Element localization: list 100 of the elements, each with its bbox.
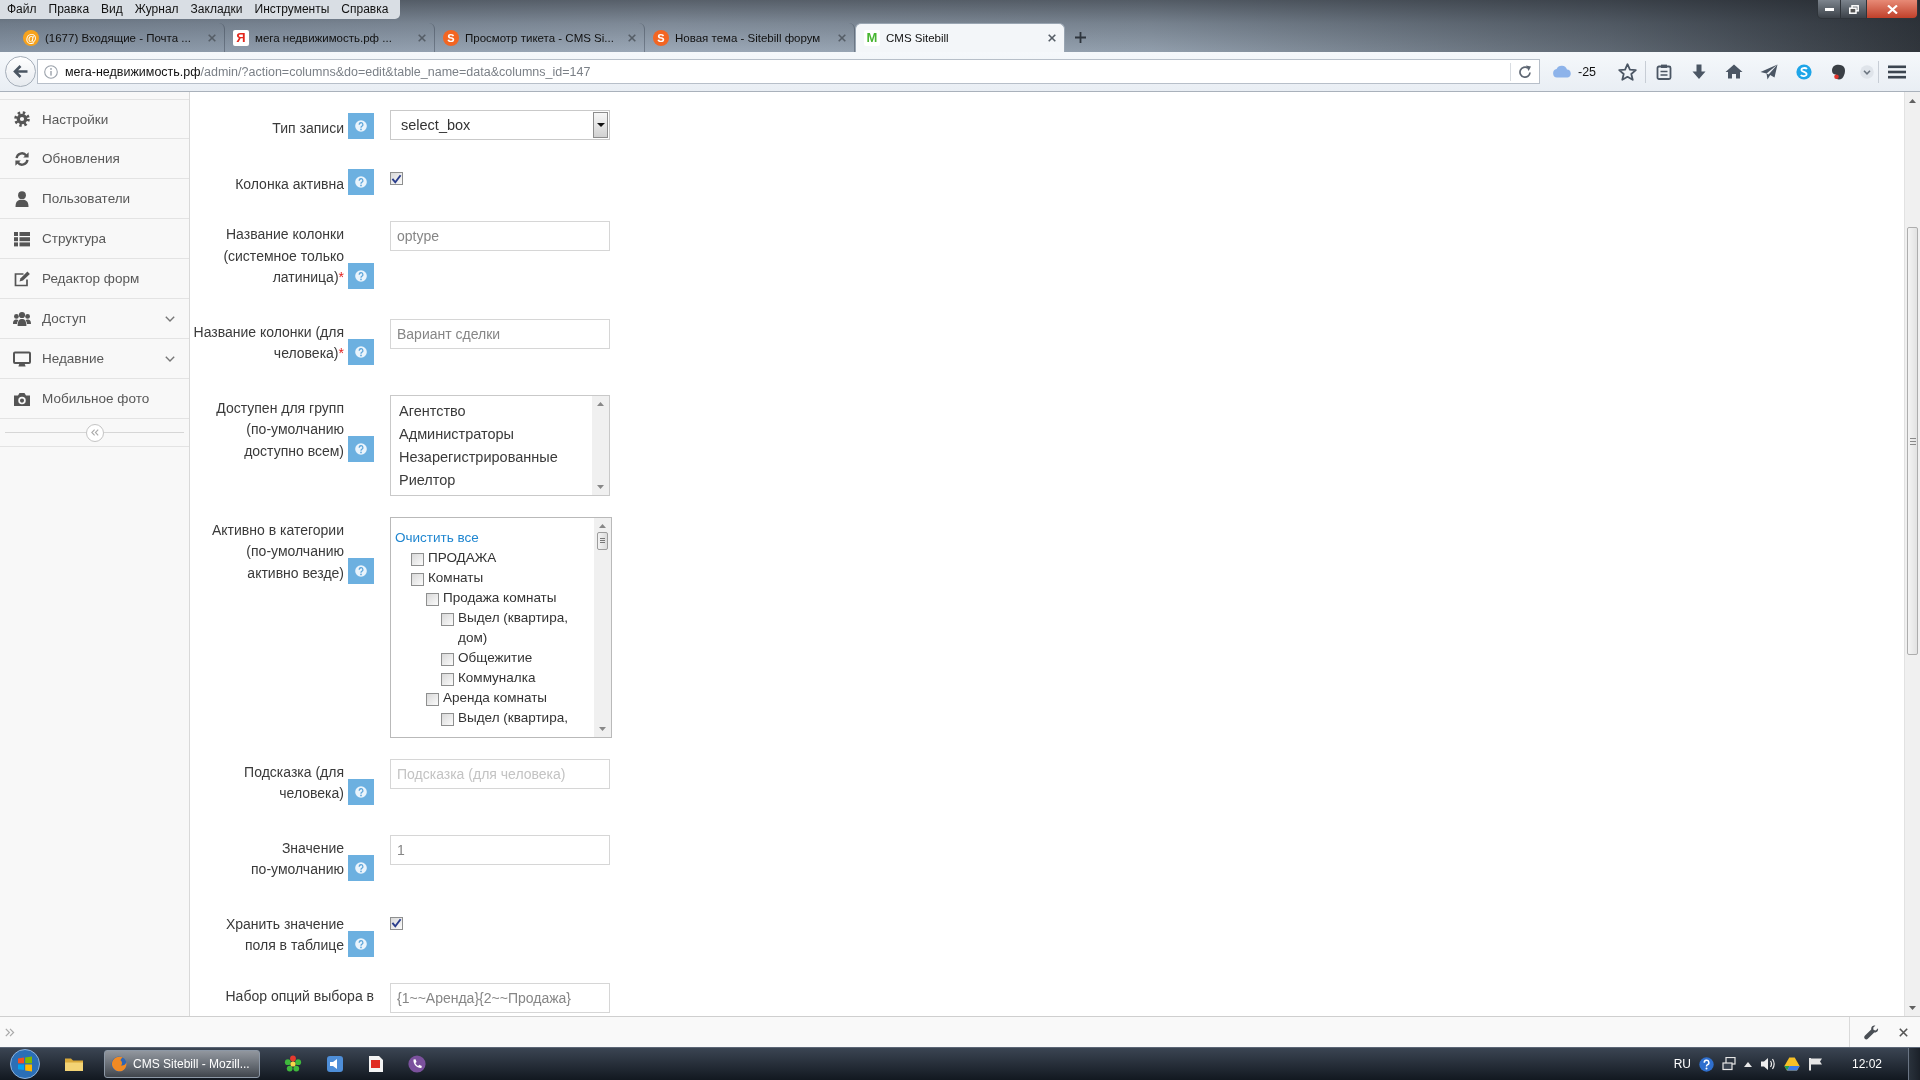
document-icon[interactable] bbox=[368, 1055, 384, 1073]
close-icon[interactable] bbox=[1899, 1027, 1908, 1037]
minimize-button[interactable] bbox=[1817, 0, 1841, 19]
dropdown-button[interactable] bbox=[593, 112, 608, 138]
show-desktop-button[interactable] bbox=[1908, 1047, 1920, 1080]
list-option[interactable]: Риелтор bbox=[399, 468, 592, 492]
address-field[interactable]: мега-недвижимость.рф/admin/?action=columns&do=edit&table_name=data&columns_id=147 bbox=[37, 59, 1540, 84]
input-field[interactable]: 1 bbox=[390, 834, 610, 865]
speaker-icon[interactable] bbox=[326, 1055, 344, 1073]
help-button[interactable] bbox=[348, 778, 374, 805]
chevron-down-icon[interactable] bbox=[1860, 64, 1874, 79]
back-button[interactable] bbox=[5, 56, 36, 87]
restore-button[interactable] bbox=[1841, 0, 1867, 19]
plus-icon[interactable] bbox=[1075, 32, 1086, 43]
sidebar-item[interactable]: Мобильное фото bbox=[0, 379, 189, 419]
help-button[interactable] bbox=[348, 854, 374, 881]
sidebar-item[interactable]: Доступ bbox=[0, 299, 189, 339]
site-icon: @ bbox=[23, 29, 39, 46]
flower-icon[interactable] bbox=[284, 1055, 302, 1073]
speaker-icon[interactable] bbox=[1759, 1057, 1776, 1071]
menu-item[interactable]: Журнал bbox=[128, 0, 185, 19]
close-icon[interactable] bbox=[1048, 34, 1056, 42]
scrollbar[interactable] bbox=[594, 517, 611, 737]
sidebar-item[interactable]: Обновления bbox=[0, 139, 189, 179]
checkbox[interactable] bbox=[441, 672, 454, 686]
select-field[interactable]: select_box bbox=[390, 110, 610, 140]
caret-down-icon bbox=[596, 123, 605, 127]
list-option[interactable]: Незарегистрированные bbox=[399, 445, 592, 469]
question-circle-icon bbox=[355, 785, 367, 798]
site-icon: S bbox=[443, 29, 459, 46]
field-label: Набор опций выбора в bbox=[225, 986, 374, 1006]
category-label: Аренда комнаты bbox=[443, 688, 547, 707]
menu-item[interactable]: Справка bbox=[335, 0, 395, 19]
menu-icon[interactable] bbox=[1887, 64, 1906, 79]
input-field[interactable]: Подсказка (для человека) bbox=[390, 758, 610, 789]
menu-item[interactable]: Закладки bbox=[184, 0, 249, 19]
sidebar-item[interactable]: Пользователи bbox=[0, 179, 189, 219]
scroll-thumb[interactable] bbox=[1907, 227, 1918, 655]
checkbox[interactable] bbox=[390, 172, 403, 185]
scroll-thumb[interactable] bbox=[597, 531, 608, 550]
scroll-down-icon bbox=[1909, 1006, 1916, 1010]
field-label: Хранить значение поля в таблице bbox=[225, 914, 344, 955]
list-option[interactable]: Агентство bbox=[399, 399, 592, 423]
reload-icon[interactable] bbox=[1518, 64, 1532, 79]
double-chevron-right-icon[interactable] bbox=[5, 1027, 15, 1037]
sidebar-item[interactable]: Недавние bbox=[0, 339, 189, 379]
help-button[interactable] bbox=[348, 930, 374, 957]
sidebar-item[interactable]: Настройки bbox=[0, 99, 189, 139]
input-field[interactable]: {1~~Аренда}{2~~Продажа} bbox=[390, 982, 610, 1013]
question-circle-icon bbox=[355, 269, 367, 282]
start-button[interactable] bbox=[10, 1049, 40, 1079]
phone-icon[interactable] bbox=[408, 1055, 426, 1073]
flag-icon[interactable] bbox=[1807, 1057, 1824, 1071]
input-field[interactable]: optype bbox=[390, 221, 610, 251]
home-icon[interactable] bbox=[1724, 64, 1743, 79]
help-button[interactable] bbox=[348, 338, 374, 365]
weather-button[interactable]: -25 bbox=[1548, 58, 1610, 85]
monitor-icon[interactable] bbox=[1721, 1057, 1736, 1071]
checkbox[interactable] bbox=[411, 552, 424, 566]
folder-icon[interactable] bbox=[64, 1056, 84, 1072]
question-circle-icon bbox=[355, 176, 367, 188]
page-scrollbar[interactable] bbox=[1904, 92, 1920, 1016]
camera-icon bbox=[13, 390, 31, 407]
menu-item[interactable]: Файл bbox=[1, 0, 43, 19]
sidebar-item[interactable]: Структура bbox=[0, 219, 189, 259]
input-field[interactable]: Вариант сделки bbox=[390, 318, 610, 349]
close-window-button[interactable] bbox=[1867, 0, 1918, 19]
clear-all-link[interactable]: Очистить все bbox=[395, 529, 479, 545]
checkbox[interactable] bbox=[390, 916, 403, 930]
browser-tab[interactable]: M CMS Sitebill bbox=[855, 23, 1065, 52]
sidebar-item[interactable]: Редактор форм bbox=[0, 259, 189, 299]
menu-item[interactable]: Инструменты bbox=[248, 0, 336, 19]
checkbox[interactable] bbox=[411, 572, 424, 586]
question-circle-icon bbox=[355, 861, 367, 874]
scrollbar[interactable] bbox=[592, 395, 609, 495]
checkbox[interactable] bbox=[441, 652, 454, 666]
taskbar-button[interactable]: CMS Sitebill - Mozill... bbox=[104, 1050, 260, 1078]
paper-plane-icon[interactable] bbox=[1759, 63, 1778, 80]
info-icon[interactable] bbox=[44, 64, 58, 79]
menu-item[interactable]: Правка bbox=[42, 0, 96, 19]
restore-icon bbox=[1848, 4, 1859, 14]
star-icon[interactable] bbox=[1618, 62, 1637, 81]
clipboard-icon[interactable] bbox=[1655, 63, 1672, 80]
menu-item[interactable]: Вид bbox=[95, 0, 129, 19]
list-box[interactable]: Агентство Администраторы Незарегистрированные Риелтор bbox=[390, 394, 610, 496]
checkbox[interactable] bbox=[426, 692, 439, 706]
wrench-icon[interactable] bbox=[1864, 1024, 1879, 1040]
help-button[interactable] bbox=[348, 262, 374, 289]
grip-icon bbox=[1909, 437, 1916, 445]
extension-icon[interactable] bbox=[1831, 63, 1846, 80]
checkbox[interactable] bbox=[426, 592, 439, 606]
checkbox[interactable] bbox=[441, 712, 454, 726]
clock[interactable]: 12:02 bbox=[1851, 1057, 1882, 1071]
download-icon[interactable] bbox=[1691, 63, 1706, 80]
triangle-icon[interactable] bbox=[1783, 1057, 1800, 1071]
category-label: Коммуналка bbox=[458, 668, 536, 687]
language-indicator[interactable]: RU bbox=[1673, 1057, 1691, 1071]
list-option[interactable]: Администраторы bbox=[399, 422, 592, 446]
help-icon[interactable] bbox=[1698, 1056, 1714, 1072]
checkbox[interactable] bbox=[441, 612, 454, 626]
